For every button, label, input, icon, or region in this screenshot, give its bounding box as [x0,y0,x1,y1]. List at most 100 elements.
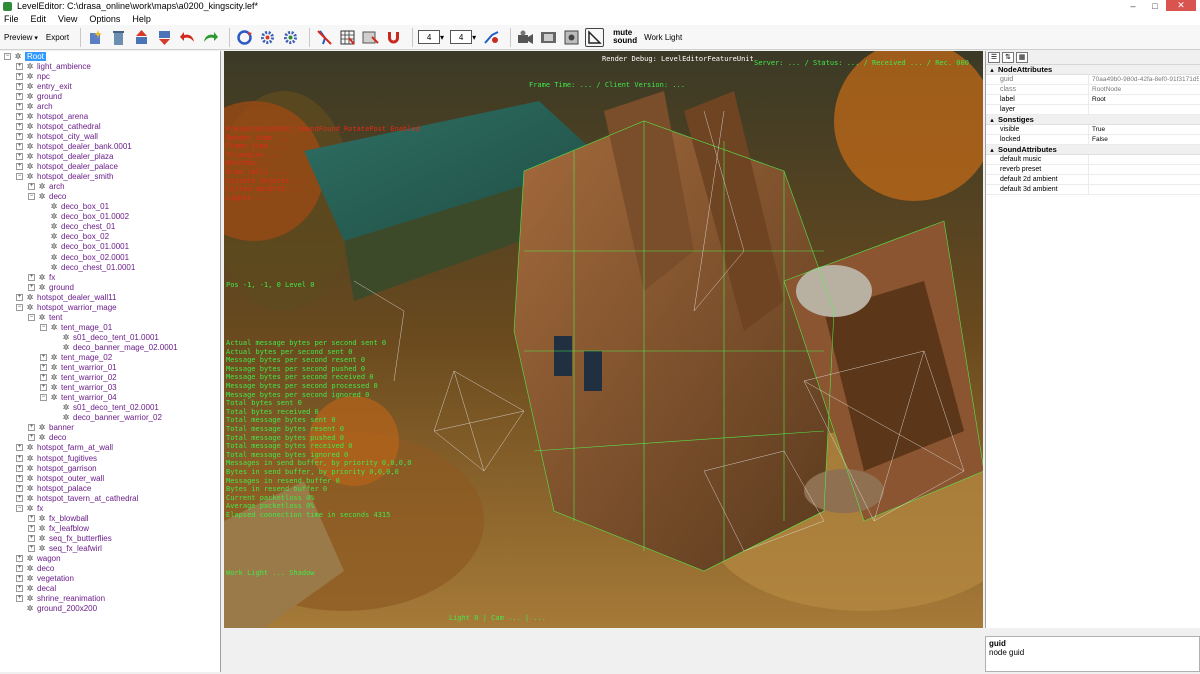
render-settings-icon[interactable] [562,28,581,47]
expand-icon[interactable]: + [16,444,23,452]
collapse-icon[interactable]: − [4,52,11,60]
property-row[interactable]: visible True [986,124,1200,135]
tree-item[interactable]: + ✲ hotspot_farm_at_wall [16,443,113,453]
tree-item[interactable]: + ✲ ground [16,91,62,101]
expand-icon[interactable]: + [16,464,23,472]
collapse-icon[interactable]: ▴ [986,146,998,154]
expand-icon[interactable]: + [16,163,23,171]
tree-item[interactable]: ✲ deco_chest_01.0001 [40,262,136,272]
menu-options[interactable]: Options [89,14,120,24]
expand-icon[interactable]: + [16,484,23,492]
tree-item[interactable]: + ✲ hotspot_cathedral [16,121,101,131]
scene-tree-panel[interactable]: − ✲ Root + ✲ light_ambience + ✲ npc + ✲ entry_exit +… [0,51,221,672]
menu-help[interactable]: Help [132,14,151,24]
expand-icon[interactable]: + [40,374,47,382]
menu-view[interactable]: View [58,14,77,24]
expand-icon[interactable]: + [28,544,35,552]
tree-item[interactable]: + ✲ hotspot_palace [16,483,91,493]
tree-item[interactable]: + ✲ tent_warrior_03 [40,383,117,393]
expand-icon[interactable]: + [16,494,23,502]
expand-icon[interactable]: + [16,92,23,100]
tree-item[interactable]: + ✲ seq_fx_leafwirl [28,543,102,553]
tree-item[interactable]: + ✲ seq_fx_butterflies [28,533,112,543]
collapse-icon[interactable]: ▴ [986,66,998,74]
property-row[interactable]: layer [986,104,1200,115]
gear-settings-icon[interactable] [258,28,277,47]
property-row[interactable]: guid70aa49b0-980d-42fa-8ef0-91f3171d5756 [986,74,1200,85]
tree-item[interactable]: ✲ deco_banner_mage_02.0001 [52,342,178,352]
tree-item[interactable]: − ✲ tent_mage_01 [40,322,112,332]
rotate-tool-icon[interactable] [235,28,254,47]
tree-item[interactable]: − ✲ hotspot_warrior_mage [16,302,117,312]
property-value[interactable]: Root [1089,96,1199,103]
grid-size-control-2[interactable]: 4 ▾ [450,30,476,44]
preview-dropdown[interactable]: Preview [4,33,38,42]
magnet-icon[interactable] [384,28,403,47]
property-value[interactable]: False [1089,136,1199,143]
collapse-icon[interactable]: − [40,394,47,402]
expand-icon[interactable]: + [16,575,23,583]
tree-item[interactable]: ✲ deco_box_01.0001 [40,242,129,252]
alphabetical-sort-icon[interactable]: ⇅ [1002,52,1014,63]
tree-item[interactable]: + ✲ vegetation [16,574,74,584]
export-button[interactable]: Export [46,33,69,42]
tree-item[interactable]: ✲ deco_box_02 [40,232,109,242]
tree-item[interactable]: ✲ s01_deco_tent_02.0001 [52,403,159,413]
maximize-button[interactable]: □ [1144,0,1166,11]
expand-icon[interactable]: + [16,153,23,160]
tree-item[interactable]: + ✲ arch [16,101,53,111]
collapse-icon[interactable]: − [16,303,23,311]
tree-item[interactable]: − ✲ deco [28,192,66,202]
expand-icon[interactable]: + [16,555,23,562]
property-category[interactable]: ▴ SoundAttributes [986,145,1200,155]
tree-item[interactable]: ✲ deco_box_01.0002 [40,212,129,222]
expand-icon[interactable]: + [16,585,23,593]
tree-item[interactable]: + ✲ hotspot_arena [16,111,88,121]
property-value[interactable]: True [1089,126,1199,133]
tree-item[interactable]: − ✲ tent [28,312,62,322]
expand-icon[interactable]: + [16,474,23,482]
close-button[interactable]: ✕ [1166,0,1196,11]
property-row[interactable]: locked False [986,134,1200,145]
expand-icon[interactable]: + [16,82,23,90]
gear-sync-icon[interactable] [281,28,300,47]
expand-icon[interactable]: + [40,364,47,372]
tree-item[interactable]: + ✲ hotspot_fugitives [16,453,97,463]
grid-snap-icon[interactable] [338,28,357,47]
categorized-view-icon[interactable]: ☰ [988,52,1000,63]
tree-item[interactable]: + ✲ npc [16,71,50,81]
tree-item[interactable]: ✲ ground_200x200 [16,604,97,614]
terrain-tool-icon[interactable] [361,28,380,47]
film-icon[interactable] [539,28,558,47]
property-row[interactable]: default 2d ambient [986,174,1200,185]
tree-item[interactable]: + ✲ hotspot_city_wall [16,131,98,141]
expand-icon[interactable]: + [16,142,23,150]
expand-icon[interactable]: + [16,112,23,120]
delete-node-icon[interactable] [109,28,128,47]
tree-item[interactable]: − ✲ fx [16,503,43,513]
tree-item[interactable]: − ✲ tent_warrior_04 [40,393,117,403]
new-node-icon[interactable] [86,28,105,47]
grid-size-value-2[interactable]: 4 [450,30,473,44]
property-row[interactable]: reverb preset [986,164,1200,175]
expand-icon[interactable]: + [28,434,35,442]
expand-icon[interactable]: + [28,273,35,281]
tree-item[interactable]: + ✲ fx_blowball [28,513,89,523]
expand-icon[interactable]: + [28,283,35,291]
minimize-button[interactable]: – [1122,0,1144,11]
tree-item[interactable]: + ✲ fx_leafblow [28,523,89,533]
collapse-icon[interactable]: − [28,193,35,201]
3d-viewport[interactable]: Render Debug: LevelEditorFeatureUnit Fra… [224,51,983,628]
undo-icon[interactable] [178,28,197,47]
tree-item[interactable]: + ✲ entry_exit [16,81,72,91]
grid-size-control-1[interactable]: 4 ▾ [418,30,444,44]
expand-icon[interactable]: + [28,524,35,532]
tree-item[interactable]: ✲ deco_box_01 [40,202,109,212]
property-pages-icon[interactable]: ▦ [1016,52,1028,63]
expand-icon[interactable]: + [16,565,23,573]
tree-item[interactable]: ✲ deco_banner_warrior_02 [52,413,162,423]
measure-icon[interactable] [585,27,605,47]
tree-item[interactable]: + ✲ deco [16,564,54,574]
move-down-icon[interactable] [155,28,174,47]
redo-icon[interactable] [201,28,220,47]
